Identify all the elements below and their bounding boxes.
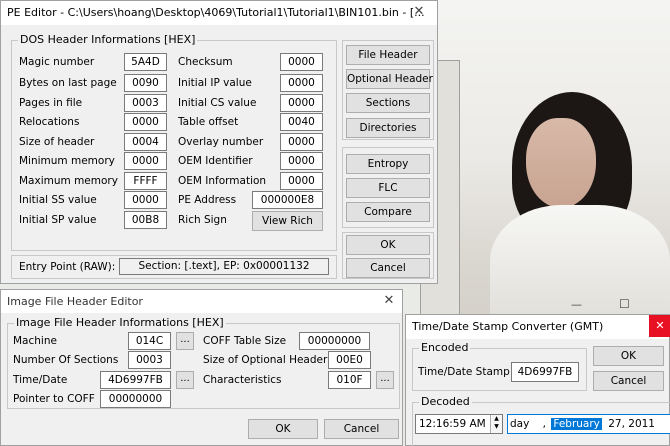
pe-editor-window: PE Editor - C:\Users\hoang\Desktop\4069\… <box>0 0 438 284</box>
machine-field[interactable]: 014C <box>128 332 171 350</box>
optional-header-button[interactable]: Optional Header <box>346 69 433 89</box>
ok-button[interactable]: OK <box>593 346 664 366</box>
encoded-label: Encoded <box>419 341 471 354</box>
pe-address-field[interactable]: 000000E8 <box>252 191 323 209</box>
bytes-last-page-field[interactable]: 0090 <box>124 74 167 92</box>
minimize-icon[interactable]: — <box>571 298 582 311</box>
minimum-memory-field[interactable]: 0000 <box>124 152 167 170</box>
maximize-icon[interactable]: ☐ <box>619 297 630 311</box>
characteristics-field[interactable]: 010F <box>328 371 371 389</box>
cancel-button[interactable]: Cancel <box>346 258 430 278</box>
field-label: Minimum memory <box>19 155 115 167</box>
machine-browse-button[interactable]: ... <box>176 332 194 350</box>
field-label: Size of header <box>19 136 95 148</box>
window-title: PE Editor - C:\Users\hoang\Desktop\4069\… <box>7 6 425 19</box>
timedate-titlebar: Time/Date Stamp Converter (GMT) <box>406 315 669 339</box>
oem-identifier-field[interactable]: 0000 <box>280 152 323 170</box>
field-label: OEM Information <box>178 175 267 187</box>
ok-button[interactable]: OK <box>346 235 430 255</box>
timedate-label: Time/Date <box>13 374 68 386</box>
field-label: OEM Identifier <box>178 155 253 167</box>
oem-information-field[interactable]: 0000 <box>280 172 323 190</box>
decoded-label: Decoded <box>419 395 472 408</box>
initial-cs-field[interactable]: 0000 <box>280 94 323 112</box>
flc-button[interactable]: FLC <box>346 178 430 198</box>
table-offset-field[interactable]: 0040 <box>280 113 323 131</box>
stamp-label: Time/Date Stamp <box>418 366 510 378</box>
rich-sign-label: Rich Sign <box>178 214 227 226</box>
field-label: Magic number <box>19 56 95 68</box>
sections-field[interactable]: 0003 <box>128 351 171 369</box>
field-label: Maximum memory <box>19 175 118 187</box>
entropy-button[interactable]: Entropy <box>346 154 430 174</box>
time-value: 12:16:59 AM <box>419 418 486 430</box>
field-label: Relocations <box>19 116 80 128</box>
field-label: Initial IP value <box>178 77 252 89</box>
field-label: Table offset <box>178 116 239 128</box>
close-icon[interactable]: ✕ <box>375 290 403 312</box>
file-header-button[interactable]: File Header <box>346 45 430 65</box>
close-icon[interactable]: ✕ <box>649 315 670 337</box>
coff-size-label: COFF Table Size <box>203 335 287 347</box>
image-header-window: Image File Header Editor ✕ Image File He… <box>0 289 403 446</box>
machine-label: Machine <box>13 335 57 347</box>
timedate-window: Time/Date Stamp Converter (GMT) ✕ Encode… <box>405 314 670 446</box>
checksum-field[interactable]: 0000 <box>280 53 323 71</box>
relocations-field[interactable]: 0000 <box>124 113 167 131</box>
entry-point-field[interactable]: Section: [.text], EP: 0x00001132 <box>119 258 329 275</box>
ptr-coff-label: Pointer to COFF <box>13 393 95 405</box>
size-of-header-field[interactable]: 0004 <box>124 133 167 151</box>
directories-button[interactable]: Directories <box>346 118 430 138</box>
initial-ip-field[interactable]: 0000 <box>280 74 323 92</box>
close-icon[interactable]: ✕ <box>405 1 433 23</box>
overlay-number-field[interactable]: 0000 <box>280 133 323 151</box>
stamp-field[interactable]: 4D6997FB <box>511 362 579 382</box>
compare-button[interactable]: Compare <box>346 202 430 222</box>
coff-size-field[interactable]: 00000000 <box>299 332 370 350</box>
image-header-titlebar: Image File Header Editor <box>1 290 402 313</box>
ok-button[interactable]: OK <box>248 419 318 439</box>
characteristics-label: Characteristics <box>203 374 282 386</box>
view-rich-button[interactable]: View Rich <box>252 211 323 231</box>
field-label: Initial SP value <box>19 214 97 226</box>
group-label: Image File Header Informations [HEX] <box>14 316 226 329</box>
opt-size-label: Size of Optional Header <box>203 354 328 366</box>
magic-number-field[interactable]: 5A4D <box>124 53 167 71</box>
pages-in-file-field[interactable]: 0003 <box>124 94 167 112</box>
initial-sp-field[interactable]: 00B8 <box>124 211 167 229</box>
ptr-coff-field[interactable]: 00000000 <box>100 390 171 408</box>
field-label: Initial SS value <box>19 194 97 206</box>
cancel-button[interactable]: Cancel <box>324 419 399 439</box>
sections-label: Number Of Sections <box>13 354 119 366</box>
pe-editor-titlebar: PE Editor - C:\Users\hoang\Desktop\4069\… <box>1 1 437 25</box>
field-label: Overlay number <box>178 136 264 148</box>
window-title: Time/Date Stamp Converter (GMT) <box>412 320 604 333</box>
window-title: Image File Header Editor <box>7 295 143 308</box>
opt-size-field[interactable]: 00E0 <box>328 351 371 369</box>
date-rest: 27, 2011 <box>608 418 655 430</box>
group-label: DOS Header Informations [HEX] <box>18 33 198 46</box>
timedate-field[interactable]: 4D6997FB <box>100 371 171 389</box>
date-picker[interactable]: day , February 27, 2011 <box>507 414 670 434</box>
characteristics-browse-button[interactable]: ... <box>376 371 394 389</box>
cancel-button[interactable]: Cancel <box>593 371 664 391</box>
maximum-memory-field[interactable]: FFFF <box>124 172 167 190</box>
field-label: Pages in file <box>19 97 83 109</box>
time-spinner[interactable]: ▲ ▼ <box>490 415 502 433</box>
field-label: Initial CS value <box>178 97 257 109</box>
date-month-selected[interactable]: February <box>551 418 602 430</box>
entry-point-label: Entry Point (RAW): <box>19 261 116 273</box>
photo-face <box>526 118 596 208</box>
pe-address-label: PE Address <box>178 194 237 206</box>
field-label: Checksum <box>178 56 233 68</box>
sections-button[interactable]: Sections <box>346 93 430 113</box>
initial-ss-field[interactable]: 0000 <box>124 191 167 209</box>
timedate-browse-button[interactable]: ... <box>176 371 194 389</box>
date-day: day <box>510 418 530 430</box>
field-label: Bytes on last page <box>19 77 117 89</box>
date-comma: , <box>542 418 547 430</box>
